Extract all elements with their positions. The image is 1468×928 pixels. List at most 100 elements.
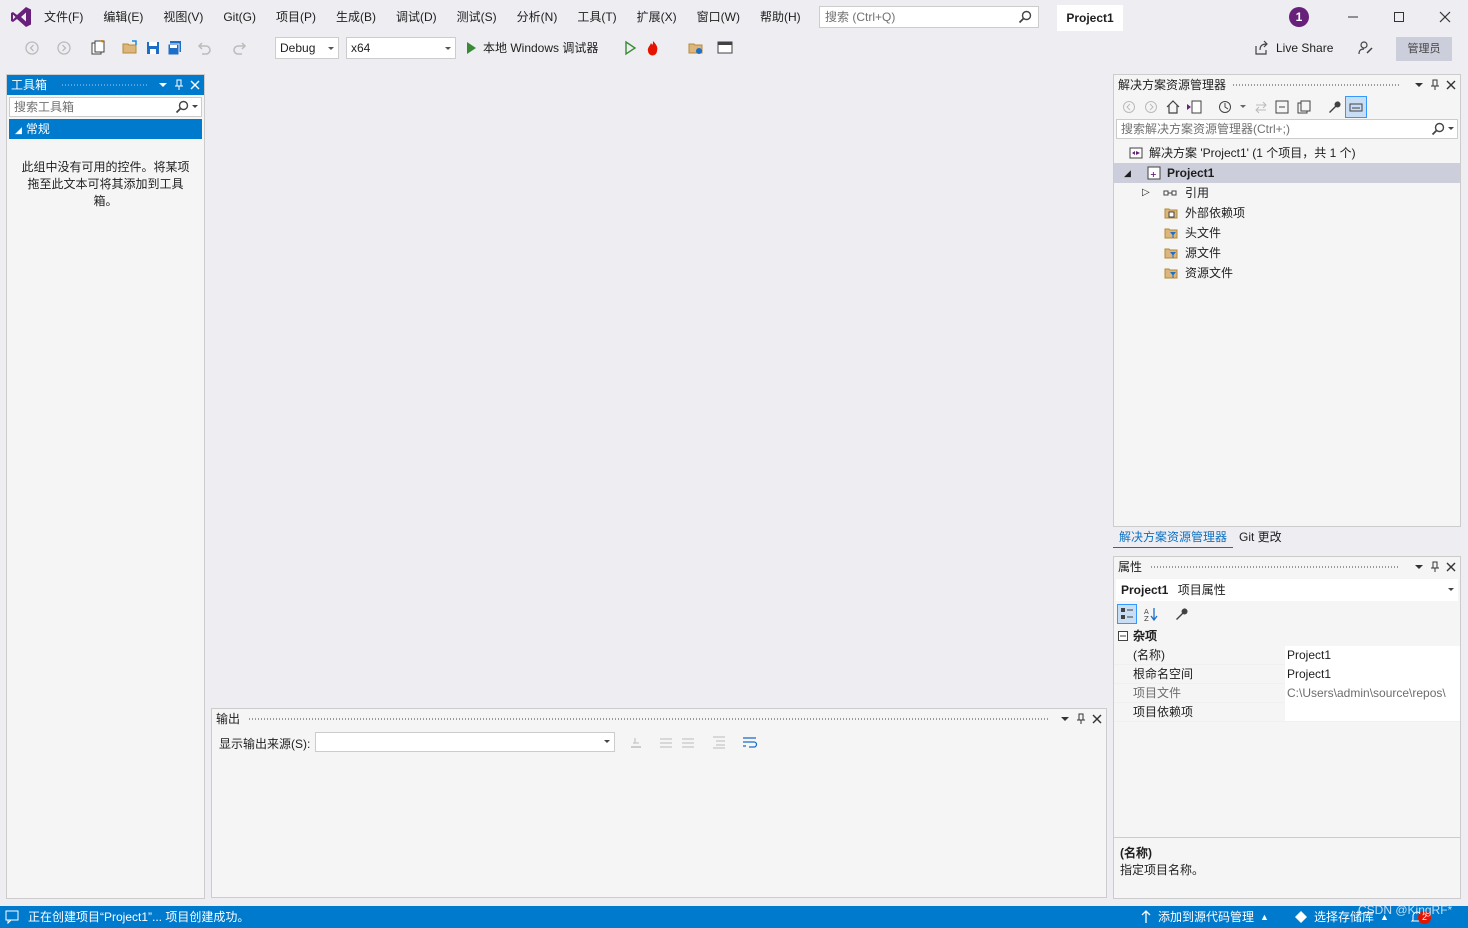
live-share-button[interactable]: Live Share <box>1254 39 1333 57</box>
pin-icon[interactable] <box>1430 79 1440 91</box>
properties-header[interactable]: 属性 <box>1114 557 1460 577</box>
sync-with-document-icon[interactable] <box>1254 100 1268 114</box>
properties-wrench-icon[interactable] <box>1327 100 1341 114</box>
output-window-icon[interactable] <box>5 910 19 924</box>
preview-selected-items-button[interactable] <box>1345 96 1367 118</box>
menu-debug[interactable]: 调试(D) <box>386 6 447 28</box>
visual-studio-logo-icon[interactable] <box>10 6 32 28</box>
minimize-button[interactable] <box>1330 0 1376 34</box>
properties-object-selector[interactable]: Project1 项目属性 <box>1116 579 1458 601</box>
tree-item-solution[interactable]: 解决方案 'Project1' (1 个项目，共 1 个) <box>1114 143 1460 163</box>
collapsed-arrow-icon[interactable]: ▷ <box>1142 183 1150 203</box>
solution-explorer-search-input[interactable]: 搜索解决方案资源管理器(Ctrl+;) <box>1116 119 1458 139</box>
start-debugging-icon[interactable] <box>463 40 479 56</box>
tree-item-project[interactable]: ◢ + Project1 <box>1114 163 1460 183</box>
output-source-dropdown[interactable] <box>315 732 615 752</box>
pending-changes-filter-icon[interactable] <box>1218 100 1232 114</box>
open-folder-icon[interactable] <box>122 40 138 56</box>
menu-file[interactable]: 文件(F) <box>34 6 93 28</box>
browse-folder-icon[interactable] <box>688 40 704 56</box>
dropdown-icon[interactable] <box>158 80 168 90</box>
dropdown-icon[interactable] <box>1414 80 1424 90</box>
tree-item-references[interactable]: ▷ 引用 <box>1114 183 1460 203</box>
find-message-icon[interactable] <box>629 735 643 749</box>
tree-item-header-files[interactable]: 头文件 <box>1114 223 1460 243</box>
dropdown-icon[interactable] <box>1414 562 1424 572</box>
maximize-button[interactable] <box>1376 0 1422 34</box>
back-icon[interactable] <box>1122 100 1136 114</box>
property-row-project-file[interactable]: 项目文件 C:\Users\admin\source\repos\ <box>1114 684 1460 703</box>
navigate-back-icon[interactable] <box>24 40 40 56</box>
new-project-icon[interactable] <box>90 40 106 56</box>
show-all-files-icon[interactable] <box>1297 100 1311 114</box>
property-value[interactable]: Project1 <box>1285 646 1460 665</box>
next-message-icon[interactable] <box>681 735 695 749</box>
close-icon[interactable] <box>190 80 200 90</box>
close-button[interactable] <box>1422 0 1468 34</box>
save-icon[interactable] <box>145 40 161 56</box>
menu-build[interactable]: 生成(B) <box>326 6 386 28</box>
property-pages-wrench-icon[interactable] <box>1174 607 1188 621</box>
previous-message-icon[interactable] <box>659 735 673 749</box>
close-icon[interactable] <box>1446 80 1456 90</box>
chevron-down-icon[interactable] <box>1448 127 1454 131</box>
navigate-forward-icon[interactable] <box>56 40 72 56</box>
start-debugging-button[interactable]: 本地 Windows 调试器 <box>483 39 598 57</box>
property-row-name[interactable]: (名称) Project1 <box>1114 646 1460 665</box>
pin-icon[interactable] <box>1076 713 1086 725</box>
dropdown-icon[interactable] <box>1060 714 1070 724</box>
menu-extensions[interactable]: 扩展(X) <box>627 6 687 28</box>
menu-window[interactable]: 窗口(W) <box>687 6 750 28</box>
chevron-down-icon[interactable] <box>1240 105 1246 109</box>
switch-views-icon[interactable] <box>1186 100 1202 114</box>
menu-view[interactable]: 视图(V) <box>153 6 213 28</box>
word-wrap-icon[interactable] <box>742 735 758 749</box>
menu-analyze[interactable]: 分析(N) <box>507 6 568 28</box>
menu-edit[interactable]: 编辑(E) <box>93 6 153 28</box>
collapse-all-icon[interactable] <box>1275 100 1289 114</box>
tree-item-resource-files[interactable]: 资源文件 <box>1114 263 1460 283</box>
alphabetical-sort-icon[interactable]: AZ <box>1144 607 1158 621</box>
solution-configuration-dropdown[interactable]: Debug <box>275 37 339 59</box>
tab-git-changes[interactable]: Git 更改 <box>1233 528 1288 548</box>
close-icon[interactable] <box>1446 562 1456 572</box>
pin-icon[interactable] <box>1430 561 1440 573</box>
add-to-source-control-button[interactable]: 添加到源代码管理 ▲ <box>1140 906 1269 928</box>
toolbox-group-general[interactable]: ◢ 常规 <box>9 119 202 139</box>
pin-icon[interactable] <box>174 79 184 91</box>
close-icon[interactable] <box>1092 714 1102 724</box>
feedback-icon[interactable] <box>1358 40 1374 56</box>
categorized-button[interactable] <box>1117 604 1137 624</box>
clear-all-icon[interactable] <box>712 735 726 749</box>
property-value[interactable]: Project1 <box>1285 665 1460 684</box>
start-without-debugging-icon[interactable] <box>622 40 638 56</box>
search-input[interactable]: 搜索 (Ctrl+Q) <box>819 6 1039 28</box>
chevron-down-icon[interactable] <box>192 105 198 109</box>
hot-reload-icon[interactable] <box>645 40 661 56</box>
redo-icon[interactable] <box>232 40 248 56</box>
solution-platform-dropdown[interactable]: x64 <box>346 37 456 59</box>
forward-icon[interactable] <box>1144 100 1158 114</box>
toolbox-header[interactable]: 工具箱 <box>7 75 204 95</box>
menu-project[interactable]: 项目(P) <box>266 6 326 28</box>
output-content[interactable] <box>212 757 1106 897</box>
menu-test[interactable]: 测试(S) <box>447 6 507 28</box>
tab-solution-explorer[interactable]: 解决方案资源管理器 <box>1113 528 1234 548</box>
save-all-icon[interactable] <box>167 40 183 56</box>
collapse-minus-icon[interactable] <box>1118 631 1128 641</box>
solution-explorer-header[interactable]: 解决方案资源管理器 <box>1114 75 1460 95</box>
undo-icon[interactable] <box>196 40 212 56</box>
menu-tools[interactable]: 工具(T) <box>567 6 626 28</box>
property-value[interactable] <box>1285 703 1460 721</box>
menu-git[interactable]: Git(G) <box>213 6 266 28</box>
property-category-misc[interactable]: 杂项 <box>1114 627 1460 646</box>
tree-item-external-dependencies[interactable]: 外部依赖项 <box>1114 203 1460 223</box>
menu-help[interactable]: 帮助(H) <box>750 6 811 28</box>
output-header[interactable]: 输出 <box>212 709 1106 729</box>
property-row-root-namespace[interactable]: 根命名空间 Project1 <box>1114 665 1460 684</box>
property-row-project-dependencies[interactable]: 项目依赖项 <box>1114 703 1460 722</box>
notification-badge[interactable]: 1 <box>1289 7 1309 27</box>
window-layout-icon[interactable] <box>717 40 733 56</box>
tree-item-source-files[interactable]: 源文件 <box>1114 243 1460 263</box>
expanded-arrow-icon[interactable]: ◢ <box>1124 163 1131 183</box>
